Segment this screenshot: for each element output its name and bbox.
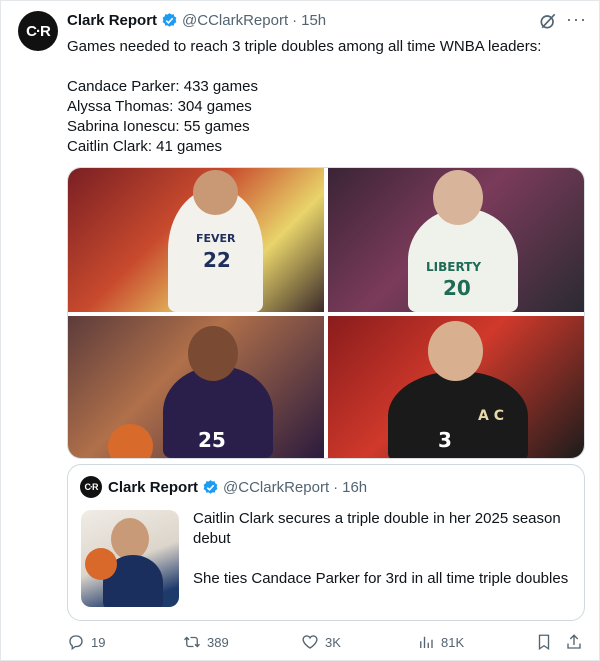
quoted-tweet-text: Caitlin Clark secures a triple double in… bbox=[193, 509, 573, 589]
tweet-line bbox=[67, 57, 587, 77]
tweet-card[interactable]: C·R Clark Report @CClarkReport · 15h ···… bbox=[0, 0, 600, 661]
views-count: 81K bbox=[441, 634, 465, 650]
jersey-number: 22 bbox=[203, 248, 231, 272]
reply-button[interactable]: 19 bbox=[67, 630, 105, 654]
tweet-line: Alyssa Thomas: 304 games bbox=[67, 98, 252, 115]
verified-badge-icon bbox=[162, 13, 177, 27]
views-chart-icon bbox=[420, 636, 433, 648]
share-button[interactable] bbox=[565, 630, 589, 654]
repost-count: 389 bbox=[207, 634, 229, 650]
bookmark-button[interactable] bbox=[535, 630, 559, 654]
heart-icon bbox=[302, 635, 318, 649]
action-bar: 19 389 3K 81K bbox=[67, 630, 587, 654]
tweet-header: Clark Report @CClarkReport · 15h bbox=[67, 12, 326, 29]
quoted-tweet-line: Caitlin Clark secures a triple double in… bbox=[193, 510, 561, 547]
grok-icon[interactable] bbox=[538, 11, 558, 31]
photo-player-sun[interactable]: 25 bbox=[68, 316, 324, 458]
photo-player-liberty[interactable]: LIBERTY 20 bbox=[328, 168, 584, 312]
tweet-text: Games needed to reach 3 triple doubles a… bbox=[67, 37, 587, 157]
quoted-author-avatar[interactable]: C·R bbox=[80, 476, 102, 498]
reply-icon bbox=[69, 635, 83, 651]
reply-count: 19 bbox=[91, 634, 106, 650]
author-handle[interactable]: @CClarkReport bbox=[182, 12, 288, 29]
verified-badge-icon bbox=[203, 480, 218, 494]
views-button[interactable]: 81K bbox=[417, 630, 464, 654]
jersey-number: 3 bbox=[438, 428, 452, 452]
tweet-line: Caitlin Clark: 41 games bbox=[67, 138, 223, 155]
more-options-icon[interactable]: ··· bbox=[566, 9, 587, 30]
repost-icon bbox=[184, 636, 200, 648]
quoted-author-handle: @CClarkReport bbox=[223, 479, 330, 496]
photo-player-fever[interactable]: FEVER 22 bbox=[68, 168, 324, 312]
quoted-author-name: Clark Report bbox=[108, 479, 199, 496]
share-icon bbox=[567, 634, 581, 649]
quoted-tweet[interactable]: C·R Clark Report @CClarkReport · 16h Cai… bbox=[67, 464, 585, 621]
quoted-tweet-header: Clark Report @CClarkReport · 16h bbox=[108, 479, 367, 496]
quoted-tweet-timestamp: 16h bbox=[342, 479, 368, 496]
media-grid: FEVER 22 LIBERTY 20 25 A C 3 bbox=[67, 167, 585, 459]
separator-dot: · bbox=[333, 479, 339, 496]
photo-player-aces[interactable]: A C 3 bbox=[328, 316, 584, 458]
like-button[interactable]: 3K bbox=[301, 630, 341, 654]
jersey-number: 25 bbox=[198, 428, 226, 452]
quoted-tweet-line: She ties Candace Parker for 3rd in all t… bbox=[193, 570, 569, 587]
quoted-tweet-thumbnail[interactable] bbox=[81, 510, 179, 607]
jersey-text: FEVER bbox=[196, 232, 236, 245]
jersey-text: LIBERTY bbox=[426, 260, 482, 274]
tweet-line: Sabrina Ionescu: 55 games bbox=[67, 118, 250, 135]
repost-button[interactable]: 389 bbox=[183, 630, 229, 654]
bookmark-icon bbox=[538, 634, 550, 651]
jersey-number: 20 bbox=[443, 276, 471, 300]
separator-dot: · bbox=[292, 12, 298, 29]
jersey-text: A C bbox=[478, 408, 504, 424]
author-name[interactable]: Clark Report bbox=[67, 12, 157, 29]
tweet-timestamp[interactable]: 15h bbox=[301, 12, 326, 29]
author-avatar[interactable]: C·R bbox=[18, 11, 58, 51]
like-count: 3K bbox=[325, 634, 341, 650]
tweet-line: Games needed to reach 3 triple doubles a… bbox=[67, 38, 542, 55]
tweet-line: Candace Parker: 433 games bbox=[67, 78, 258, 95]
